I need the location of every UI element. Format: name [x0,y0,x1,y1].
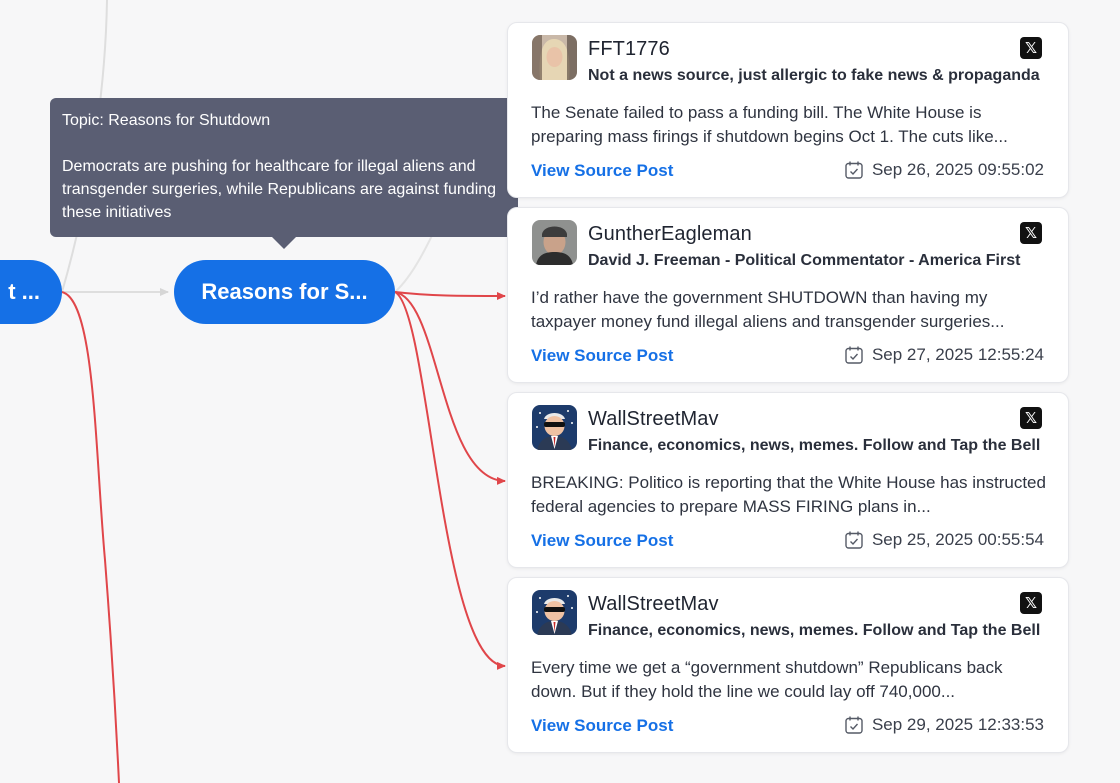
author-handle: FFT1776 [588,38,670,60]
source-post-card: GuntherEagleman David J. Freeman - Polit… [507,207,1069,383]
post-date-text: Sep 27, 2025 12:55:24 [871,345,1044,364]
edge-red-card3 [394,291,506,485]
topic-node-left[interactable]: t ... [0,260,62,324]
source-post-card: WallStreetMav Finance, economics, news, … [507,392,1069,568]
topic-node-reasons-label: Reasons for S... [201,279,368,304]
post-date: Sep 29, 2025 12:33:53 [844,715,1044,735]
post-date: Sep 26, 2025 09:55:02 [844,160,1044,180]
post-date-text: Sep 29, 2025 12:33:53 [871,715,1044,734]
calendar-icon [845,531,863,549]
x-logo-icon: 𝕏 [1020,37,1042,59]
topic-node-reasons[interactable]: Reasons for S... [174,260,395,324]
calendar-icon [845,716,863,734]
author-handle: GuntherEagleman [588,223,752,245]
post-text: BREAKING: Politico is reporting that the… [531,473,1046,516]
author-handle: WallStreetMav [588,408,719,430]
post-text: I’d rather have the government SHUTDOWN … [531,288,1005,331]
view-source-post-link[interactable]: View Source Post [531,346,673,366]
tooltip-title: Topic: Reasons for Shutdown [62,112,271,129]
topic-node-left-label: t ... [8,279,40,304]
post-date: Sep 25, 2025 00:55:54 [844,530,1044,550]
author-bio: Not a news source, just allergic to fake… [588,67,1040,84]
post-text: The Senate failed to pass a funding bill… [531,103,1008,146]
x-logo-icon: 𝕏 [1020,592,1042,614]
avatar [532,220,577,265]
source-post-card: FFT1776 Not a news source, just allergic… [507,22,1069,198]
post-date: Sep 27, 2025 12:55:24 [844,345,1044,365]
avatar [532,590,577,635]
author-bio: Finance, economics, news, memes. Follow … [588,437,1041,454]
edge-red-card4 [394,291,506,670]
view-source-post-link[interactable]: View Source Post [531,716,673,736]
edge-red-left-down [61,291,120,783]
post-date-text: Sep 25, 2025 00:55:54 [871,530,1044,549]
author-bio: Finance, economics, news, memes. Follow … [588,622,1041,639]
avatar [532,405,577,450]
tooltip-body: Democrats are pushing for healthcare for… [62,158,497,221]
post-date-text: Sep 26, 2025 09:55:02 [871,160,1044,179]
view-source-post-link[interactable]: View Source Post [531,161,673,181]
mind-map-canvas[interactable]: t ... Reasons for S... Topic: Reasons fo… [0,0,1120,783]
view-source-post-link[interactable]: View Source Post [531,531,673,551]
avatar [532,35,577,80]
calendar-icon [845,161,863,179]
post-text: Every time we get a “government shutdown… [531,658,1003,701]
author-bio: David J. Freeman - Political Commentator… [588,252,1021,269]
x-logo-icon: 𝕏 [1020,222,1042,244]
x-logo-icon: 𝕏 [1020,407,1042,429]
edge-red-card2 [394,291,506,300]
author-handle: WallStreetMav [588,593,719,615]
calendar-icon [845,346,863,364]
topic-tooltip: Topic: Reasons for Shutdown Democrats ar… [50,98,518,249]
source-post-card: WallStreetMav Finance, economics, news, … [507,577,1069,753]
